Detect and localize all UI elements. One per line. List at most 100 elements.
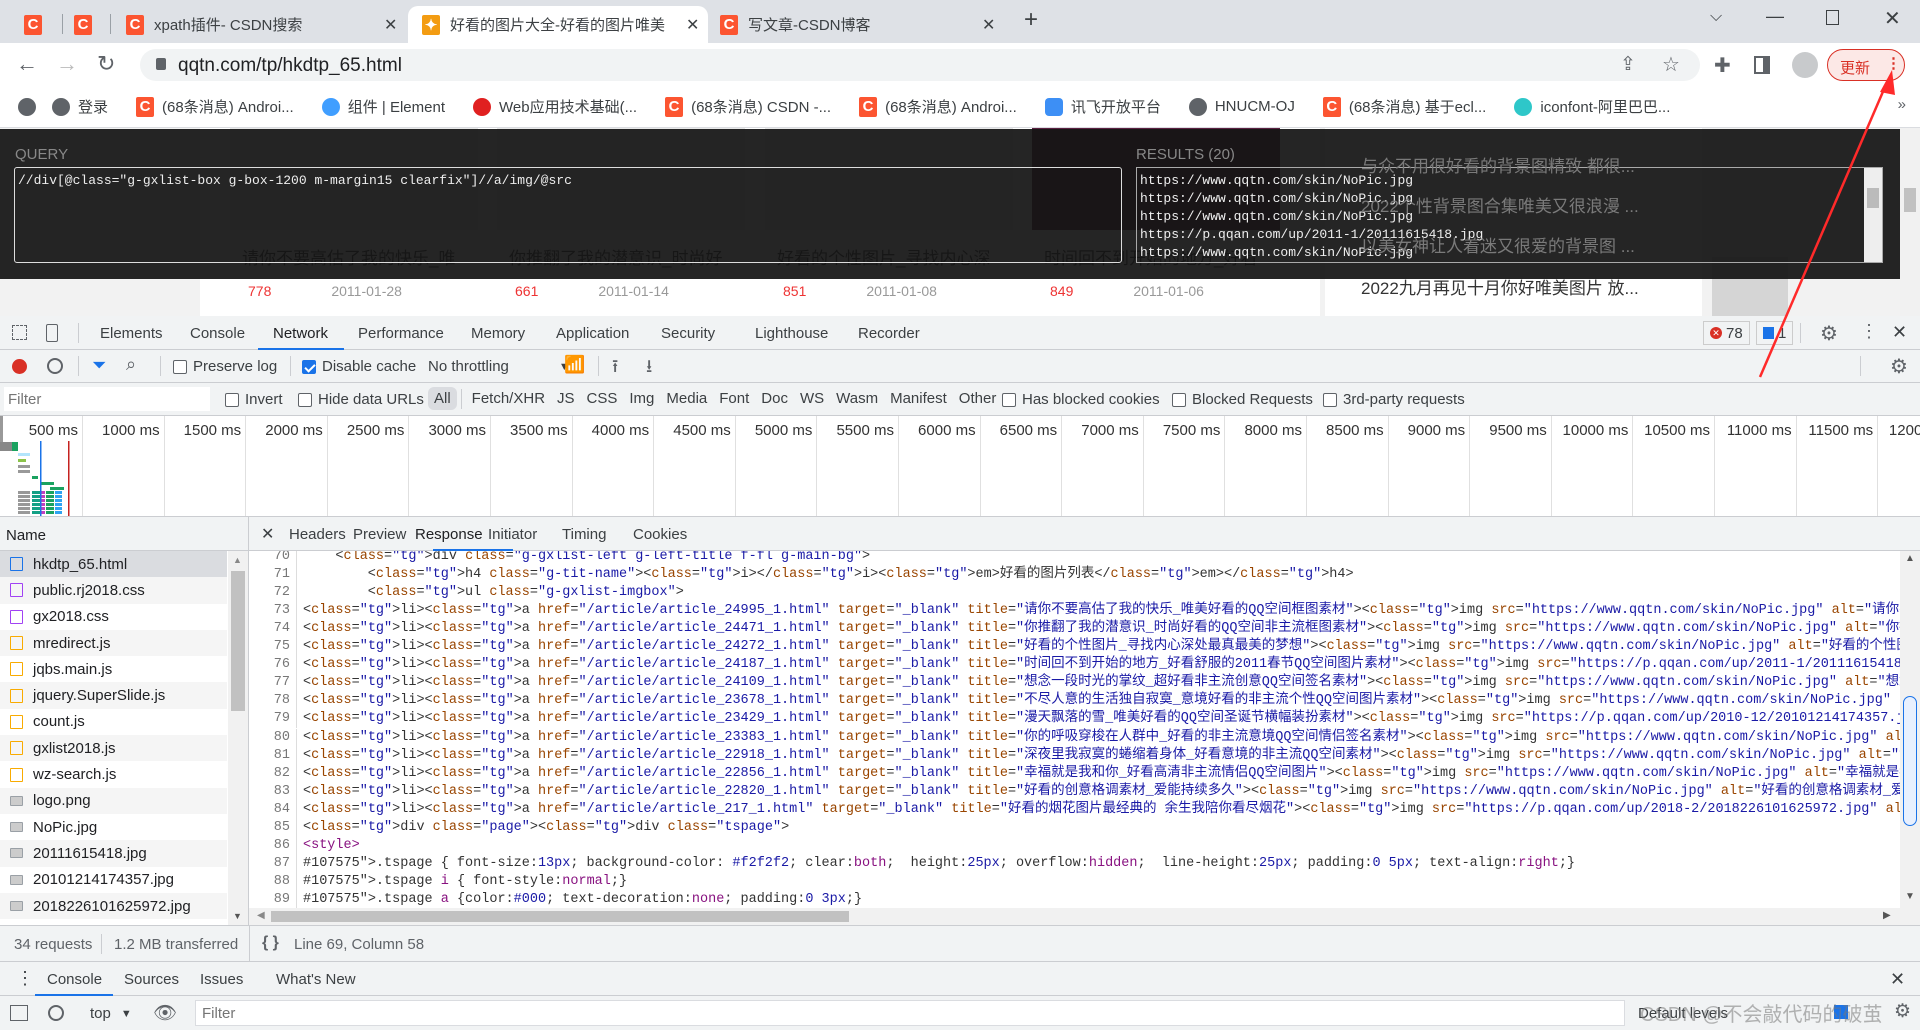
console-settings-gear-icon[interactable]: ⚙ (1894, 1000, 1911, 1023)
pretty-print-braces-icon[interactable]: { } (262, 934, 279, 952)
checkbox[interactable] (298, 392, 312, 407)
bookmark-item[interactable]: C (68条消息) Androi... (859, 96, 1017, 117)
forward-arrow-icon[interactable]: → (56, 51, 78, 77)
browser-tab[interactable]: C (74, 6, 92, 43)
bookmark-item[interactable] (18, 97, 36, 116)
bookmark-item[interactable]: Web应用技术基础(... (473, 96, 637, 117)
bookmark-item[interactable]: iconfont-阿里巴巴... (1514, 96, 1670, 117)
filter-type-js[interactable]: JS (551, 387, 581, 410)
update-button[interactable]: 更新 ⋮ (1827, 49, 1905, 81)
close-tab-icon[interactable]: ✕ (384, 15, 397, 35)
console-filter-input[interactable] (195, 1000, 1625, 1026)
request-row[interactable]: jqbs.main.js (0, 656, 227, 682)
tab-lighthouse[interactable]: Lighthouse (755, 325, 828, 342)
preserve-log-checkbox[interactable]: Preserve log (173, 358, 277, 375)
request-row[interactable]: 20101214174357.jpg (0, 867, 227, 893)
filter-type-wasm[interactable]: Wasm (830, 387, 884, 410)
disable-cache-checkbox[interactable]: Disable cache (302, 358, 416, 375)
restore-button[interactable] (1826, 10, 1839, 25)
filter-type-all[interactable]: All (428, 387, 457, 410)
xpath-results-output[interactable]: https://www.qqtn.com/skin/NoPic.jpg https… (1136, 167, 1883, 263)
scroll-up-arrow[interactable]: ▲ (233, 555, 242, 565)
page-scrollbar[interactable] (1900, 128, 1920, 316)
checkbox[interactable] (1323, 392, 1337, 407)
request-row[interactable]: mredirect.js (0, 629, 227, 657)
filter-type-manifest[interactable]: Manifest (884, 387, 953, 410)
blocked-requests-checkbox[interactable]: Blocked Requests (1172, 391, 1313, 408)
tab-recorder[interactable]: Recorder (858, 325, 920, 342)
filter-type-doc[interactable]: Doc (755, 387, 794, 410)
network-filter-input[interactable] (4, 387, 210, 411)
clear-console-icon[interactable] (48, 1005, 64, 1021)
drawer-tab-issues[interactable]: Issues (200, 971, 243, 988)
request-row[interactable]: 20111615418.jpg (0, 840, 227, 867)
close-tab-icon[interactable]: ✕ (686, 15, 699, 35)
tab-response[interactable]: Response (415, 526, 483, 543)
filter-type-font[interactable]: Font (713, 387, 755, 410)
filter-type-fetch-xhr[interactable]: Fetch/XHR (466, 387, 551, 410)
throttling-select[interactable]: No throttling ▼ (428, 358, 570, 375)
request-row[interactable]: 2018226101625972.jpg (0, 892, 227, 920)
tab-initiator[interactable]: Initiator (488, 526, 537, 543)
console-sidebar-icon[interactable] (10, 1005, 28, 1021)
filter-type-ws[interactable]: WS (794, 387, 830, 410)
side-panel-icon[interactable] (1754, 56, 1770, 74)
request-row[interactable]: gx2018.css (0, 604, 227, 630)
extensions-puzzle-icon[interactable]: ✚ (1714, 53, 1731, 78)
tab-search-chevron-icon[interactable]: ⌵ (1710, 8, 1722, 26)
xpath-query-input[interactable]: //div[@class="g-gxlist-box g-box-1200 m-… (14, 167, 1122, 263)
request-row[interactable]: count.js (0, 709, 227, 735)
export-har-icon[interactable]: ⭳ (646, 354, 652, 384)
request-row[interactable]: public.rj2018.css (0, 577, 227, 604)
drawer-tab-sources[interactable]: Sources (124, 971, 179, 988)
tab-network[interactable]: Network (273, 325, 328, 342)
tab-security[interactable]: Security (661, 325, 715, 342)
invert-checkbox[interactable]: Invert (225, 391, 283, 408)
network-settings-gear-icon[interactable]: ⚙ (1890, 354, 1908, 379)
hide-data-urls-checkbox[interactable]: Hide data URLs (298, 391, 424, 408)
drawer-menu-icon[interactable]: ⋮ (16, 968, 34, 989)
bookmark-item[interactable]: 登录 (52, 96, 108, 117)
bookmark-item[interactable]: 讯飞开放平台 (1044, 96, 1161, 117)
scroll-thumb[interactable] (1903, 696, 1917, 826)
request-row[interactable]: logo.png (0, 787, 227, 814)
live-expression-eye-icon[interactable]: 👁 (153, 1001, 177, 1025)
scroll-down-arrow[interactable]: ▼ (233, 911, 242, 921)
tab-preview[interactable]: Preview (353, 526, 406, 543)
close-devtools-icon[interactable]: ✕ (1892, 322, 1907, 343)
bookmark-star-icon[interactable]: ☆ (1662, 52, 1680, 77)
bookmark-item[interactable]: C (68条消息) Androi... (136, 96, 294, 117)
drawer-tab-whatsnew[interactable]: What's New (276, 971, 356, 988)
close-window-button[interactable]: ✕ (1884, 6, 1901, 31)
results-scrollbar[interactable] (1864, 168, 1882, 262)
browser-tab[interactable]: C 写文章-CSDN博客 ✕ (720, 6, 1004, 43)
clear-icon[interactable] (47, 358, 63, 374)
new-tab-button[interactable]: + (1024, 6, 1038, 34)
request-row[interactable]: NoPic.jpg (0, 814, 227, 840)
response-vertical-scrollbar[interactable]: ▲ ▼ (1900, 551, 1920, 908)
filter-type-media[interactable]: Media (660, 387, 713, 410)
close-detail-icon[interactable]: ✕ (261, 524, 274, 544)
has-blocked-cookies-checkbox[interactable]: Has blocked cookies (1002, 391, 1160, 408)
more-options-icon[interactable]: ⋮ (1860, 321, 1878, 342)
checkbox[interactable] (302, 359, 316, 374)
search-icon[interactable]: ⌕ (126, 354, 136, 375)
request-row[interactable]: hkdtp_65.html (0, 551, 227, 578)
device-toolbar-icon[interactable] (46, 324, 58, 342)
kebab-menu-icon[interactable]: ⋮ (1886, 54, 1901, 72)
tab-cookies[interactable]: Cookies (633, 526, 687, 543)
filter-funnel-icon[interactable]: ⏷ (92, 355, 106, 376)
record-icon[interactable] (12, 359, 27, 374)
inspect-element-icon[interactable] (12, 325, 27, 340)
checkbox[interactable] (1172, 392, 1186, 407)
close-drawer-icon[interactable]: ✕ (1890, 969, 1905, 990)
share-icon[interactable]: ⇪ (1620, 53, 1636, 76)
response-source-viewer[interactable]: 70 <class="tg">div class="g-gxlist-left … (249, 551, 1900, 908)
network-overview-timeline[interactable]: 500 ms 1000 ms 1500 ms 2000 ms 2500 ms 3000 m… (0, 416, 1920, 517)
request-list-scrollbar[interactable]: ▲ ▼ (228, 551, 248, 925)
request-row[interactable]: gxlist2018.js (0, 735, 227, 762)
tab-headers[interactable]: Headers (289, 526, 346, 543)
third-party-requests-checkbox[interactable]: 3rd-party requests (1323, 391, 1465, 408)
filter-type-other[interactable]: Other (953, 387, 1003, 410)
tab-application[interactable]: Application (556, 325, 629, 342)
